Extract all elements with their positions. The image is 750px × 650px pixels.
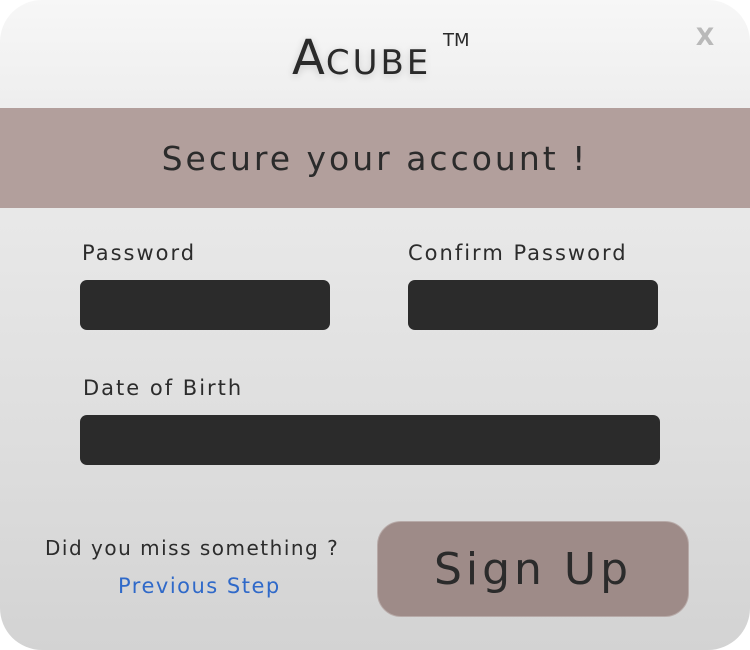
section-banner: Secure your account ! (0, 108, 750, 208)
dialog-header: A cube TM X (0, 0, 750, 108)
close-icon[interactable]: X (694, 22, 716, 52)
password-input[interactable] (80, 280, 330, 330)
dob-label: Date of Birth (83, 376, 244, 400)
brand-name: cube (325, 43, 432, 83)
sign-up-label: Sign Up (433, 543, 633, 595)
dob-input[interactable] (80, 415, 660, 465)
trademark-mark: TM (443, 30, 470, 51)
sign-up-button[interactable]: Sign Up (377, 521, 689, 617)
brand-logo: A cube (292, 30, 431, 90)
previous-step-link[interactable]: Previous Step (118, 574, 281, 598)
brand-initial: A (292, 30, 326, 86)
missing-info-hint: Did you miss something ? (45, 536, 340, 560)
banner-title: Secure your account ! (161, 138, 589, 178)
confirm-password-input[interactable] (408, 280, 658, 330)
signup-dialog: A cube TM X Secure your account ! Passwo… (0, 0, 750, 650)
password-label: Password (82, 241, 197, 265)
confirm-password-label: Confirm Password (408, 241, 628, 265)
